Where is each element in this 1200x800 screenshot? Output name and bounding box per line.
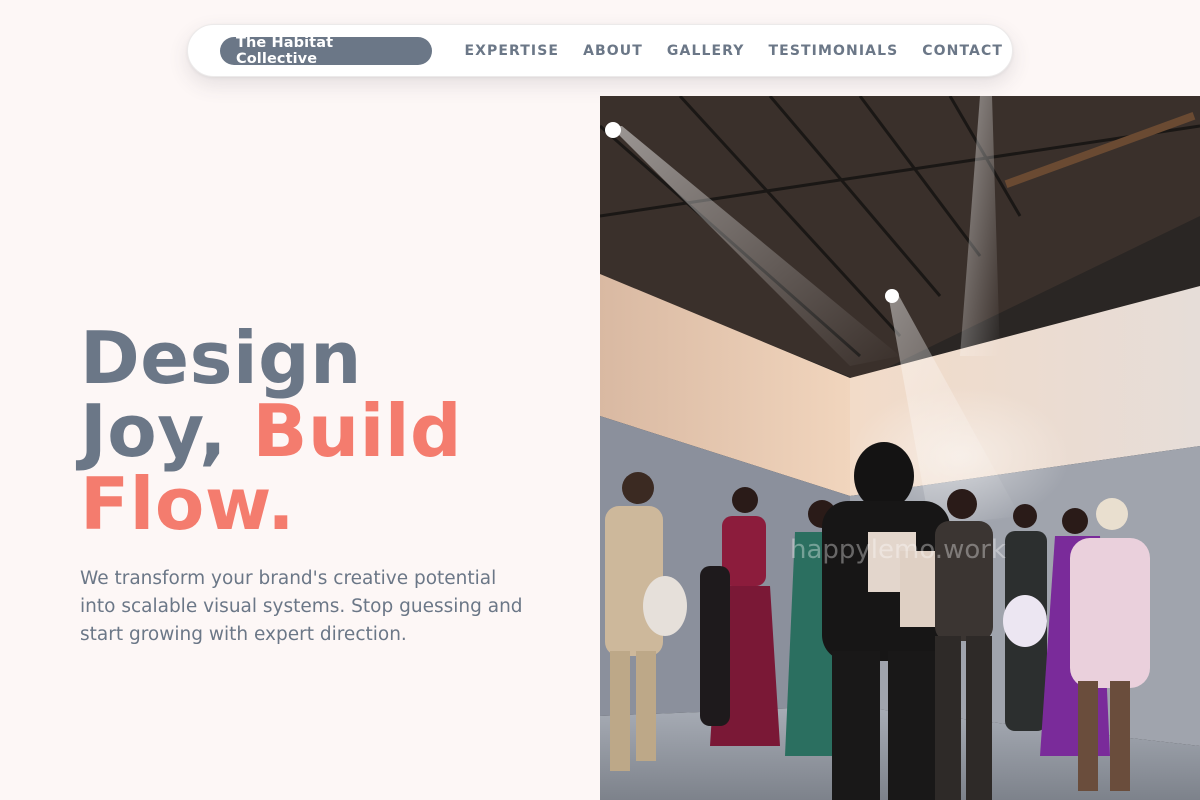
top-navigation: The Habitat Collective EXPERTISE ABOUT G…: [187, 24, 1013, 77]
nav-link-about[interactable]: ABOUT: [583, 43, 643, 59]
hero-photo: happylemo.work: [600, 96, 1200, 800]
headline-flow: Flow.: [80, 462, 296, 546]
hero-headline: Design Joy, Build Flow.: [80, 322, 462, 541]
headline-build: Build: [252, 389, 463, 473]
event-scene-illustration: happylemo.work: [600, 96, 1200, 800]
nav-link-gallery[interactable]: GALLERY: [667, 43, 745, 59]
nav-links: EXPERTISE ABOUT GALLERY TESTIMONIALS CON…: [449, 43, 1012, 59]
nav-link-contact[interactable]: CONTACT: [922, 43, 1003, 59]
image-watermark: happylemo.work: [790, 535, 1006, 565]
headline-design: Design: [80, 316, 362, 400]
brand-logo-button[interactable]: The Habitat Collective: [220, 35, 433, 67]
hero-subtitle: We transform your brand's creative poten…: [80, 568, 523, 645]
nav-link-testimonials[interactable]: TESTIMONIALS: [769, 43, 899, 59]
headline-joy: Joy,: [80, 389, 253, 473]
nav-link-expertise[interactable]: EXPERTISE: [464, 43, 559, 59]
